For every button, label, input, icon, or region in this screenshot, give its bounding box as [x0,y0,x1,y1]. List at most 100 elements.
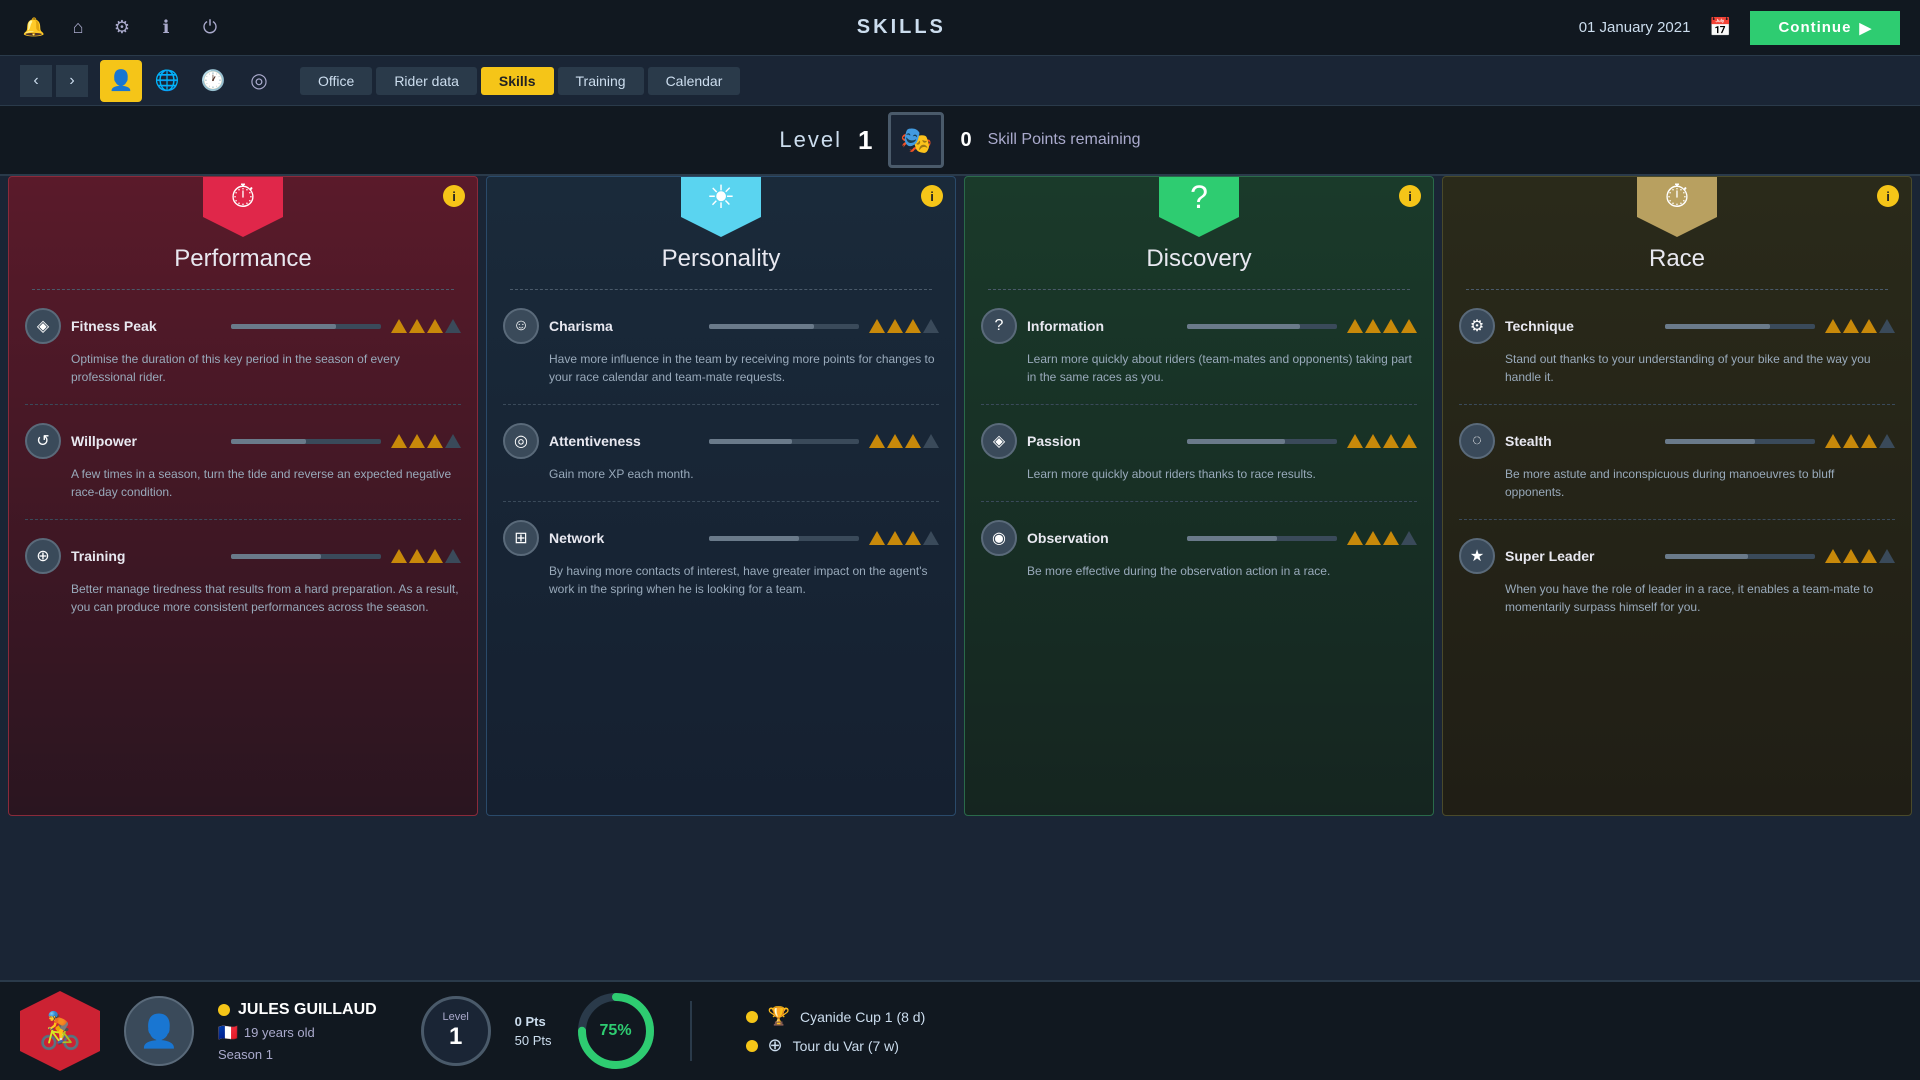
card-race: ⏱ i Race ⚙ Technique Stand out thanks to… [1442,176,1912,816]
card-discovery: ? i Discovery ? Information Learn more q… [964,176,1434,816]
tri-3 [427,434,443,448]
nav-row: ‹ › 👤 🌐 🕐 ◎ Office Rider data Skills Tra… [0,56,1920,106]
willpower-desc: A few times in a season, turn the tide a… [25,465,461,501]
super-leader-bar-fill [1665,554,1748,559]
attentiveness-bar-fill [709,439,792,444]
technique-bar-fill [1665,324,1770,329]
tab-calendar[interactable]: Calendar [648,67,741,95]
attentiveness-bar-track [709,439,859,444]
attentiveness-name: Attentiveness [549,433,699,449]
tri-1 [391,319,407,333]
home-icon[interactable]: ⌂ [64,14,92,42]
date-display: 01 January 2021 [1579,19,1691,36]
willpower-triangles [391,434,461,448]
tab-rider-data[interactable]: Rider data [376,67,477,95]
fitness-triangles [391,319,461,333]
info-icon[interactable]: ℹ [152,14,180,42]
network-icon: ⊞ [503,520,539,556]
card-personality-header: ☀ i Personality [487,177,955,281]
progress-pct: 75% [600,1022,632,1040]
skill-points-label: Skill Points remaining [988,131,1141,149]
performance-info-badge[interactable]: i [443,185,465,207]
level-circle-label: Level [443,1011,469,1023]
stealth-desc: Be more astute and inconspicuous during … [1459,465,1895,501]
race-name-2: Tour du Var (7 w) [793,1038,899,1054]
skill-passion-row: ◈ Passion [981,423,1417,459]
stealth-name: Stealth [1505,433,1655,449]
race-hex-icon: ⏱ [1637,176,1717,237]
skill-willpower: ↺ Willpower A few times in a season, tur… [9,413,477,511]
bell-icon[interactable]: 🔔 [20,14,48,42]
next-button[interactable]: › [56,65,88,97]
network-name: Network [549,530,699,546]
fitness-peak-desc: Optimise the duration of this key period… [25,350,461,386]
nav-icon-clock[interactable]: 🕐 [192,60,234,102]
personality-hex-icon: ☀ [681,176,761,237]
skill-observation-row: ◉ Observation [981,520,1417,556]
card-discovery-header: ? i Discovery [965,177,1433,281]
technique-icon: ⚙ [1459,308,1495,344]
training-bar-fill [231,554,321,559]
tab-office[interactable]: Office [300,67,372,95]
tab-buttons: Office Rider data Skills Training Calend… [300,67,740,95]
nav-icon-chart[interactable]: ◎ [238,60,280,102]
progress-circle: 75% [576,991,656,1071]
race-dot-1 [746,1011,758,1023]
willpower-bar-track [231,439,381,444]
skill-super-leader-row: ★ Super Leader [1459,538,1895,574]
level-circle: Level 1 [421,996,491,1066]
discovery-info-badge[interactable]: i [1399,185,1421,207]
observation-bar-track [1187,536,1337,541]
calendar-icon[interactable]: 📅 [1706,14,1734,42]
tri-2 [409,434,425,448]
charisma-bar-fill [709,324,814,329]
skill-points-num: 0 [960,129,971,152]
training-name: Training [71,548,221,564]
information-bar-fill [1187,324,1300,329]
rider-season: Season 1 [218,1047,377,1062]
tri-2 [409,549,425,563]
network-triangles [869,531,939,545]
observation-name: Observation [1027,530,1177,546]
attentiveness-icon: ◎ [503,423,539,459]
pts-display: 0 Pts 50 Pts [515,1014,552,1048]
super-leader-triangles [1825,549,1895,563]
gear-icon[interactable]: ⚙ [108,14,136,42]
power-icon[interactable]: ⏻ [196,14,224,42]
continue-button[interactable]: Continue ▶ [1750,11,1900,45]
passion-icon: ◈ [981,423,1017,459]
rider-flag: 🇫🇷 [218,1023,238,1043]
skill-fitness-peak: ◈ Fitness Peak Optimise the duration of … [9,298,477,396]
page-title: SKILLS [857,16,946,39]
race-dot-2 [746,1040,758,1052]
separator-2 [25,519,461,520]
rider-status-dot [218,1004,230,1016]
nav-icon-rider[interactable]: 👤 [100,60,142,102]
skill-stealth: ◌ Stealth Be more astute and inconspicuo… [1443,413,1911,511]
super-leader-bar-track [1665,554,1815,559]
willpower-icon: ↺ [25,423,61,459]
tri-2 [409,319,425,333]
stealth-triangles [1825,434,1895,448]
tab-training[interactable]: Training [558,67,644,95]
race-info-badge[interactable]: i [1877,185,1899,207]
stealth-bar-track [1665,439,1815,444]
rider-avatar: 👤 [124,996,194,1066]
observation-desc: Be more effective during the observation… [981,562,1417,580]
technique-bar-track [1665,324,1815,329]
races-section: 🏆 Cyanide Cup 1 (8 d) ⊕ Tour du Var (7 w… [746,1006,1900,1056]
discovery-title: Discovery [1146,245,1251,273]
prev-button[interactable]: ‹ [20,65,52,97]
card-performance-header: ⏱ i Performance [9,177,477,281]
skill-information-row: ? Information [981,308,1417,344]
charisma-desc: Have more influence in the team by recei… [503,350,939,386]
personality-info-badge[interactable]: i [921,185,943,207]
nav-icon-globe[interactable]: 🌐 [146,60,188,102]
training-desc: Better manage tiredness that results fro… [25,580,461,616]
rider-name: JULES GUILLAUD [238,1001,377,1019]
race-divider-top [1466,289,1887,290]
race-item-1: 🏆 Cyanide Cup 1 (8 d) [746,1006,1900,1027]
tab-skills[interactable]: Skills [481,67,554,95]
skill-super-leader: ★ Super Leader When you have the role of… [1443,528,1911,626]
race-title: Race [1649,245,1705,273]
